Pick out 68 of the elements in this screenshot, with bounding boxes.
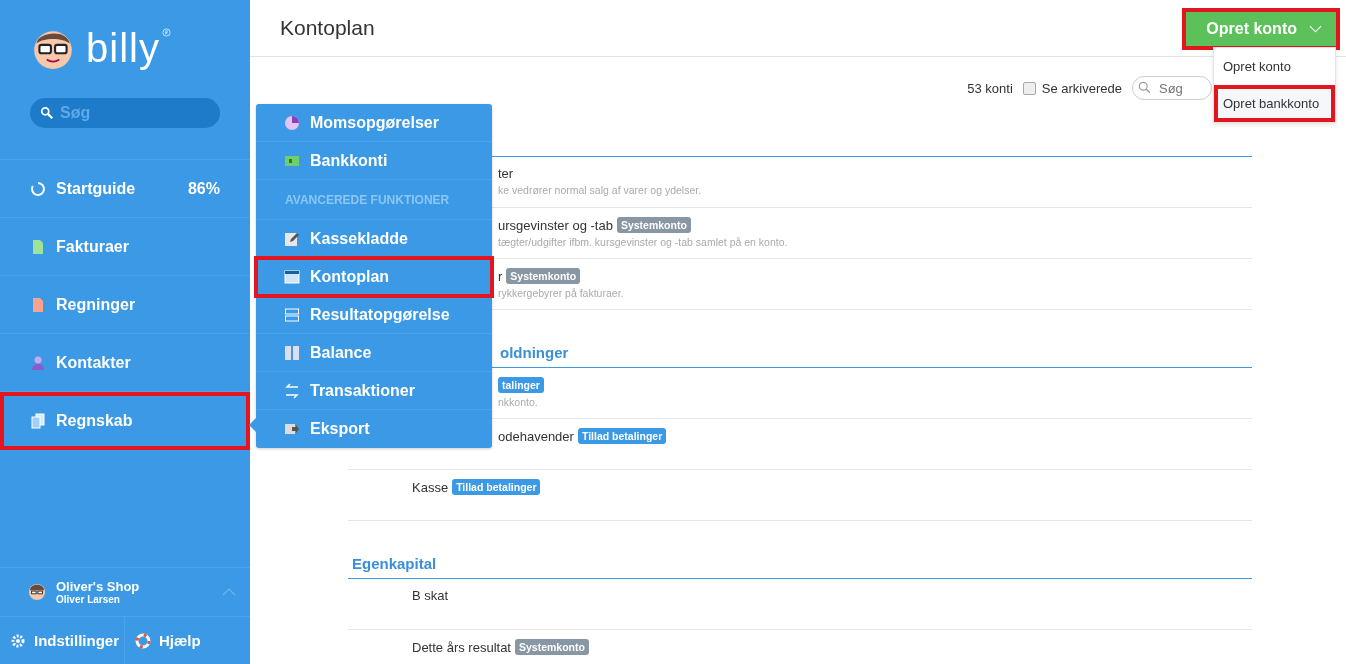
caret-icon — [1309, 25, 1322, 33]
footer-link[interactable]: Hjælp — [125, 617, 211, 664]
account-tag: Systemkonto — [616, 217, 691, 233]
sidebar-item[interactable]: Fakturaer — [0, 218, 250, 276]
submenu-item[interactable]: Kontoplan — [256, 258, 492, 296]
submenu-item[interactable]: Kassekladde — [256, 220, 492, 258]
account-name: Kasse — [412, 479, 449, 495]
account-tag: Tillad betalinger — [452, 479, 541, 495]
account-description: nkkonto. — [498, 396, 539, 408]
copy-pages-icon — [30, 412, 46, 429]
account-name: B skat — [412, 588, 449, 603]
footer-link[interactable]: Indstillinger — [0, 617, 125, 664]
section-heading: oldninger — [500, 344, 569, 361]
document-icon — [30, 296, 46, 313]
account-count: 53 konti — [967, 80, 1013, 96]
submenu-item[interactable]: Balance — [256, 334, 492, 372]
progress-percent: 86% — [187, 179, 220, 198]
shop-name: Oliver's Shop — [56, 579, 141, 594]
submenu-item[interactable]: Eksport — [256, 410, 492, 448]
export-icon — [284, 421, 300, 437]
document-icon — [30, 238, 46, 255]
columns-icon — [284, 344, 300, 361]
pie-chart-icon — [284, 114, 300, 131]
account-name: odehavender — [498, 428, 574, 444]
account-tag: talinger — [498, 377, 544, 393]
checkbox-label: Se arkiverede — [1041, 80, 1122, 96]
sidebar-item[interactable]: Startguide 86% — [0, 160, 250, 218]
account-name: Dette års resultat — [412, 639, 511, 655]
rows-icon — [284, 306, 300, 323]
page-title: Kontoplan — [280, 16, 375, 40]
swap-arrows-icon — [284, 382, 300, 399]
account-tag: Systemkonto — [506, 268, 581, 284]
search-field[interactable]: Søg — [30, 98, 220, 128]
account-description: rykkergebyrer på fakturaer. — [498, 287, 625, 299]
menu-section-header: AVANCEREDE FUNKTIONER — [256, 180, 492, 220]
person-icon — [30, 354, 46, 371]
registered-mark-icon — [161, 28, 171, 37]
section-heading: Egenkapital — [352, 555, 437, 572]
avatar-icon — [28, 583, 46, 601]
sidebar-item[interactable]: Kontakter — [0, 334, 250, 392]
submenu-item[interactable]: Bankkonti — [256, 142, 492, 180]
account-description: ke vedrører normal salg af varer og ydelser. — [498, 184, 703, 196]
sidebar-item[interactable]: Regnskab — [0, 392, 250, 450]
submenu-item[interactable]: Momsopgørelser — [256, 104, 492, 142]
search-icon — [1138, 81, 1152, 95]
account-name: r — [498, 268, 503, 284]
submenu-item[interactable]: Resultatopgørelse — [256, 296, 492, 334]
account-switcher[interactable]: Oliver's Shop Oliver Larsen — [0, 567, 250, 616]
menu-item[interactable]: Opret bankkonto — [1214, 85, 1335, 122]
edit-icon — [284, 230, 300, 247]
submenu-item[interactable]: Transaktioner — [256, 372, 492, 410]
sidebar-item[interactable]: Regninger — [0, 276, 250, 334]
account-description: tægter/udgifter ifbm. kursgevinster og -tab samlet på en konto. — [498, 236, 789, 248]
lifebuoy-icon — [135, 632, 151, 649]
account-name: ursgevinster og -tab — [498, 217, 613, 233]
settings-icon — [10, 632, 26, 649]
search-icon — [40, 106, 54, 120]
user-name: Oliver Larsen — [56, 594, 121, 605]
search-field[interactable]: Søg — [1132, 76, 1212, 100]
brand-logo-text: billy — [86, 25, 160, 71]
window-icon — [284, 268, 300, 285]
archived-checkbox[interactable] — [1022, 81, 1036, 95]
chevron-up-icon — [222, 588, 236, 596]
progress-ring-icon — [30, 180, 46, 197]
account-tag: Tillad betalinger — [577, 428, 667, 444]
menu-item[interactable]: Opret konto — [1214, 48, 1335, 85]
account-name: ter — [498, 166, 514, 181]
account-tag: Systemkonto — [515, 639, 589, 655]
